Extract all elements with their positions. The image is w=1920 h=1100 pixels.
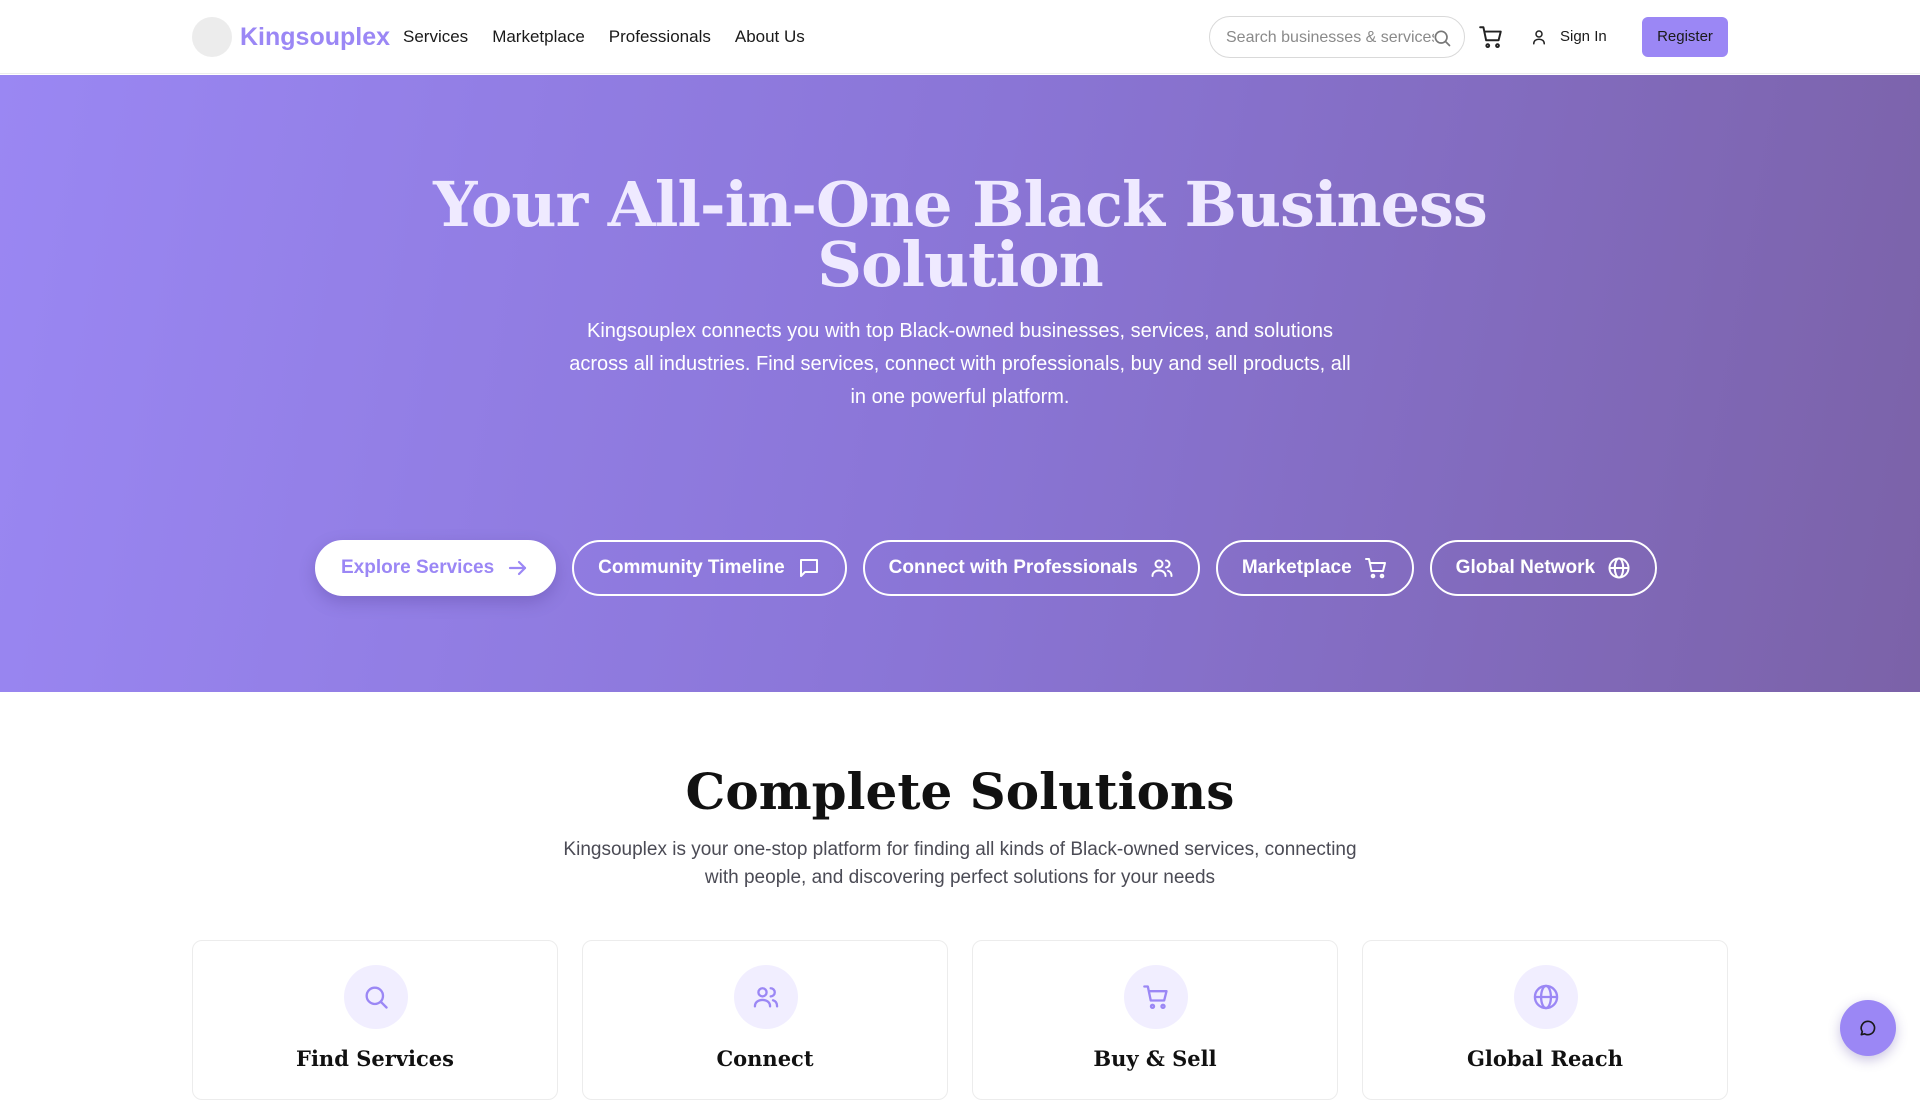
solution-card-find-services[interactable]: Find Services [192, 940, 558, 1100]
solution-card-buy-sell[interactable]: Buy & Sell [972, 940, 1338, 1100]
card-icon-wrap [1124, 965, 1188, 1029]
nav-link-marketplace[interactable]: Marketplace [492, 26, 585, 48]
globe-icon [1533, 984, 1559, 1010]
solution-card-connect[interactable]: Connect [582, 940, 948, 1100]
globe-icon [1608, 557, 1630, 579]
explore-services-label: Explore Services [341, 557, 495, 578]
arrow-right-icon [509, 560, 527, 576]
hero-section: Your All-in-One Black Business Solution … [0, 75, 1920, 692]
nav-link-about-us[interactable]: About Us [735, 26, 805, 48]
global-network-label: Global Network [1455, 557, 1596, 578]
hero-subtitle: Kingsouplex connects you with top Black-… [569, 320, 1351, 408]
card-title: Buy & Sell [1093, 1046, 1217, 1071]
hero-title: Your All-in-One Black Business Solution [433, 168, 1488, 301]
marketplace-label: Marketplace [1241, 557, 1352, 578]
top-navbar: Kingsouplex Services Marketplace Profess… [0, 0, 1920, 74]
users-icon [753, 987, 779, 1008]
logo-icon[interactable] [192, 17, 232, 57]
sign-in-button[interactable]: Sign In [1530, 26, 1607, 48]
cart-icon [1143, 985, 1168, 1010]
community-timeline-label: Community Timeline [598, 557, 785, 578]
message-square-icon [799, 559, 818, 577]
solutions-title: Complete Solutions [685, 762, 1235, 821]
register-button[interactable]: Register [1642, 17, 1728, 57]
explore-services-button[interactable]: Explore Services [315, 540, 557, 596]
connect-professionals-button[interactable]: Connect with Professionals [862, 540, 1200, 596]
user-icon [1533, 30, 1545, 45]
card-title: Global Reach [1467, 1046, 1623, 1071]
brand-logo-text[interactable]: Kingsouplex [240, 22, 390, 52]
card-title: Connect [716, 1046, 814, 1071]
card-icon-wrap [734, 965, 798, 1029]
nav-link-professionals[interactable]: Professionals [609, 26, 711, 48]
hero-cta-row: Explore Services Community Timeline Conn… [315, 540, 1658, 596]
nav-links: Services Marketplace Professionals About… [403, 26, 805, 48]
search-icon[interactable] [1432, 28, 1452, 48]
community-timeline-button[interactable]: Community Timeline [572, 540, 847, 596]
chat-bubble-button[interactable] [1840, 1000, 1896, 1056]
card-title: Find Services [296, 1046, 454, 1071]
marketplace-button[interactable]: Marketplace [1215, 540, 1414, 596]
search-box [1209, 16, 1465, 58]
nav-link-services[interactable]: Services [403, 26, 468, 48]
solution-card-global-reach[interactable]: Global Reach [1362, 940, 1728, 1100]
chat-bubble-icon [1860, 1020, 1876, 1036]
solutions-cards: Find Services Connect Buy & Sell Global … [192, 940, 1728, 1100]
cart-icon [1364, 558, 1386, 579]
card-icon-wrap [1514, 965, 1578, 1029]
search-icon [365, 986, 388, 1009]
cart-icon[interactable] [1478, 24, 1504, 50]
search-input[interactable] [1226, 26, 1434, 50]
solutions-subtitle: Kingsouplex is your one-stop platform fo… [563, 839, 1357, 888]
global-network-button[interactable]: Global Network [1429, 540, 1658, 596]
users-icon [1151, 559, 1173, 577]
connect-professionals-label: Connect with Professionals [888, 557, 1138, 578]
sign-in-label: Sign In [1560, 28, 1607, 45]
card-icon-wrap [344, 965, 408, 1029]
